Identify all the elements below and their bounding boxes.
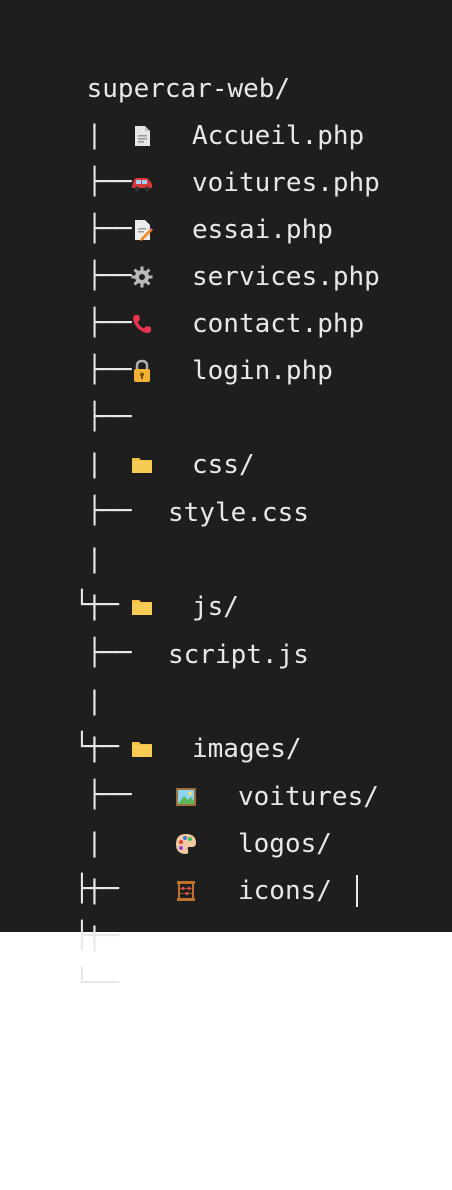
file-row-accueil[interactable]: ├── Accueil.php (24, 113, 444, 197)
folder-row-css[interactable]: ├── css/ (24, 442, 444, 526)
folder-icon (132, 742, 152, 757)
folder-row-js[interactable]: ├── js/ (24, 584, 444, 668)
folder-name: voitures/ (238, 782, 379, 812)
picture-icon (176, 788, 196, 806)
root-label: supercar-web/ (86, 74, 291, 104)
folder-row-voitures[interactable]: | ├── voitures/ (24, 774, 444, 904)
tree-pipe: | (86, 922, 103, 952)
abacus-icon (177, 881, 195, 901)
folder-name: logos/ (238, 829, 332, 859)
file-row-style-css[interactable]: | └── style.css (24, 490, 444, 620)
file-row-script-js[interactable]: | └── script.js (24, 632, 444, 762)
phone-icon (133, 315, 151, 333)
folder-row-icons[interactable]: | └── icons/ (24, 868, 444, 998)
tree-pipe: | (86, 591, 103, 621)
tree-pipe: | (86, 120, 103, 150)
folder-name: icons/ (238, 876, 332, 906)
file-name: script.js (168, 640, 309, 670)
file-tree-panel: supercar-web/ | ├── Accueil.php ├── voit… (0, 0, 452, 998)
tree-pipe: | (86, 449, 103, 479)
folder-row-images[interactable]: ├── images/ (24, 726, 444, 810)
file-name: login.php (192, 356, 333, 386)
tree-pipe: | (86, 733, 103, 763)
file-name: essai.php (192, 215, 333, 245)
text-cursor (356, 875, 358, 907)
folder-row-logos[interactable]: | ├── logos/ (24, 821, 444, 951)
file-name: voitures.php (192, 168, 380, 198)
file-row-voitures[interactable]: ├── voitures.php (24, 160, 444, 244)
palette-icon (176, 834, 196, 854)
document-icon (135, 126, 150, 146)
car-icon (132, 178, 152, 192)
folder-name: css/ (192, 450, 255, 480)
root-folder-label[interactable]: supercar-web/ (24, 20, 291, 104)
file-row-contact[interactable]: ├── contact.php (24, 301, 444, 385)
file-row-essai[interactable]: ├── essai.php (24, 207, 444, 291)
file-name: style.css (168, 498, 309, 528)
folder-name: js/ (192, 592, 239, 622)
folder-icon (132, 458, 152, 473)
folder-icon (132, 600, 152, 615)
file-row-services[interactable]: ├── services.php (24, 254, 444, 338)
lock-icon (134, 359, 150, 382)
file-name: Accueil.php (192, 121, 365, 151)
memo-icon (135, 220, 153, 241)
tree-last-branch: └── (74, 968, 119, 998)
gear-icon (131, 266, 153, 288)
folder-name: images/ (192, 734, 302, 764)
file-name: services.php (192, 262, 380, 292)
file-row-login[interactable]: ├── login.php (24, 348, 444, 432)
file-name: contact.php (192, 309, 365, 339)
